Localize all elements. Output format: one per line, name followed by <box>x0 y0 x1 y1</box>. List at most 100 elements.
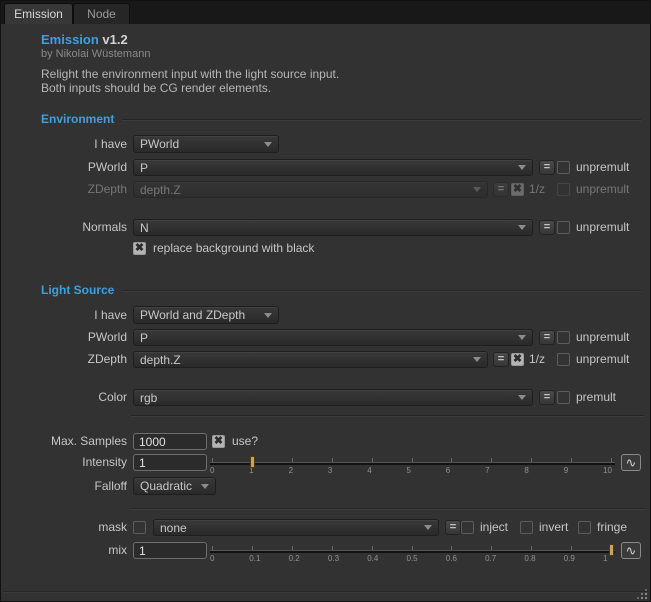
env-normals-dropdown[interactable]: N <box>133 219 533 236</box>
intensity-slider[interactable]: 012345678910 <box>208 456 617 476</box>
mask-invert-label: invert <box>539 519 568 536</box>
gizmo-name: Emission <box>41 32 99 47</box>
env-zdepth-unpremult-label: unpremult <box>576 181 629 198</box>
max-samples-use-label: use? <box>232 433 258 450</box>
slider-tick-label: 0.6 <box>446 554 457 563</box>
light-zdepth-unpremult-checkbox[interactable] <box>557 353 570 366</box>
light-color-row: Color rgb = premult <box>1 389 650 409</box>
resize-grip[interactable] <box>635 587 647 599</box>
chevron-down-icon <box>424 525 432 530</box>
env-normals-equals-button[interactable]: = <box>539 220 555 235</box>
slider-tick <box>292 458 293 462</box>
light-color-dropdown[interactable]: rgb <box>133 389 533 406</box>
max-samples-input[interactable] <box>133 433 207 450</box>
env-pworld-row: PWorld P = unpremult <box>1 159 650 179</box>
chevron-down-icon <box>201 484 209 489</box>
slider-tick <box>212 546 213 550</box>
mask-value: none <box>160 521 420 535</box>
mask-invert-checkbox[interactable] <box>520 521 533 534</box>
slider-track[interactable] <box>210 550 615 553</box>
chevron-down-icon <box>518 395 526 400</box>
slider-tick <box>491 546 492 550</box>
max-samples-use-checkbox[interactable]: ✖ <box>212 435 225 448</box>
mix-input[interactable] <box>133 542 207 559</box>
env-normals-value: N <box>140 221 514 235</box>
light-zdepth-dropdown[interactable]: depth.Z <box>133 351 488 368</box>
slider-tick-label: 0.8 <box>524 554 535 563</box>
env-normals-label: Normals <box>1 219 127 236</box>
light-zdepth-invz-checkbox[interactable]: ✖ <box>511 353 524 366</box>
x-mark-icon: ✖ <box>214 435 223 447</box>
mix-label: mix <box>1 542 127 559</box>
properties-panel: Emission Node Emission v1.2 by Nikolai W… <box>0 0 651 602</box>
falloff-value: Quadratic <box>140 479 197 493</box>
env-zdepth-invz-checkbox[interactable]: ✖ <box>511 183 524 196</box>
slider-tick-label: 0.2 <box>289 554 300 563</box>
env-normals-row: Normals N = unpremult <box>1 219 650 239</box>
tab-node[interactable]: Node <box>73 3 130 24</box>
slider-tick <box>412 458 413 462</box>
falloff-label: Falloff <box>1 477 127 495</box>
slider-handle[interactable] <box>609 544 614 556</box>
chevron-down-icon <box>518 225 526 230</box>
light-color-equals-button[interactable]: = <box>539 390 555 405</box>
env-normals-unpremult-checkbox[interactable] <box>557 221 570 234</box>
mask-inject-checkbox[interactable] <box>461 521 474 534</box>
slider-track[interactable] <box>210 462 615 465</box>
light-i-have-row: I have PWorld and ZDepth <box>1 306 650 326</box>
slider-tick-label: 0.5 <box>407 554 418 563</box>
env-zdepth-unpremult-checkbox[interactable] <box>557 183 570 196</box>
env-replace-bg-checkbox[interactable]: ✖ <box>133 242 146 255</box>
mask-enable-checkbox[interactable] <box>133 521 146 534</box>
slider-tick <box>292 546 293 550</box>
falloff-dropdown[interactable]: Quadratic <box>133 477 216 495</box>
slider-tick-label: 8 <box>524 466 528 475</box>
x-mark-icon: ✖ <box>513 353 522 365</box>
env-normals-unpremult-label: unpremult <box>576 219 629 236</box>
light-pworld-equals-button[interactable]: = <box>539 330 555 345</box>
gizmo-version: v1.2 <box>102 32 127 47</box>
mix-curve-button[interactable]: ∿ <box>621 542 641 559</box>
tab-emission[interactable]: Emission <box>4 3 73 24</box>
env-zdepth-equals-button[interactable]: = <box>493 182 509 197</box>
env-replace-bg-row: ✖ replace background with black <box>1 241 650 261</box>
mask-fringe-checkbox[interactable] <box>578 521 591 534</box>
mix-slider[interactable]: 00.10.20.30.40.50.60.70.80.91 <box>208 544 617 564</box>
intensity-curve-button[interactable]: ∿ <box>621 454 641 471</box>
light-i-have-dropdown[interactable]: PWorld and ZDepth <box>133 306 279 324</box>
light-pworld-label: PWorld <box>1 329 127 346</box>
env-zdepth-invz-label: 1/z <box>529 181 545 198</box>
light-color-premult-checkbox[interactable] <box>557 391 570 404</box>
slider-tick <box>571 458 572 462</box>
chevron-down-icon <box>264 142 272 147</box>
mask-label: mask <box>1 519 127 536</box>
light-i-have-label: I have <box>1 306 127 324</box>
env-pworld-unpremult-label: unpremult <box>576 159 629 176</box>
env-i-have-label: I have <box>1 135 127 153</box>
slider-tick <box>372 458 373 462</box>
env-pworld-dropdown[interactable]: P <box>133 159 533 176</box>
mask-equals-button[interactable]: = <box>445 520 461 535</box>
light-zdepth-row: ZDepth depth.Z = ✖ 1/z unpremult <box>1 351 650 371</box>
env-pworld-equals-button[interactable]: = <box>539 160 555 175</box>
slider-handle[interactable] <box>250 456 255 468</box>
light-pworld-unpremult-checkbox[interactable] <box>557 331 570 344</box>
light-pworld-dropdown[interactable]: P <box>133 329 533 346</box>
light-zdepth-unpremult-label: unpremult <box>576 351 629 368</box>
env-i-have-dropdown[interactable]: PWorld <box>133 135 279 153</box>
slider-tick-label: 6 <box>446 466 450 475</box>
x-mark-icon: ✖ <box>135 242 144 254</box>
tab-bar: Emission Node <box>1 1 650 24</box>
intensity-input[interactable] <box>133 454 207 471</box>
slider-tick-label: 0.3 <box>328 554 339 563</box>
env-zdepth-dropdown[interactable]: depth.Z <box>133 181 488 198</box>
env-pworld-unpremult-checkbox[interactable] <box>557 161 570 174</box>
section-divider-line <box>122 290 641 291</box>
light-zdepth-equals-button[interactable]: = <box>493 352 509 367</box>
section-light-source: Light Source <box>41 283 641 297</box>
gizmo-title: Emission v1.2 <box>41 32 128 47</box>
mask-dropdown[interactable]: none <box>153 519 439 536</box>
light-pworld-row: PWorld P = unpremult <box>1 329 650 349</box>
chevron-down-icon <box>518 335 526 340</box>
env-zdepth-row: ZDepth depth.Z = ✖ 1/z unpremult <box>1 181 650 201</box>
